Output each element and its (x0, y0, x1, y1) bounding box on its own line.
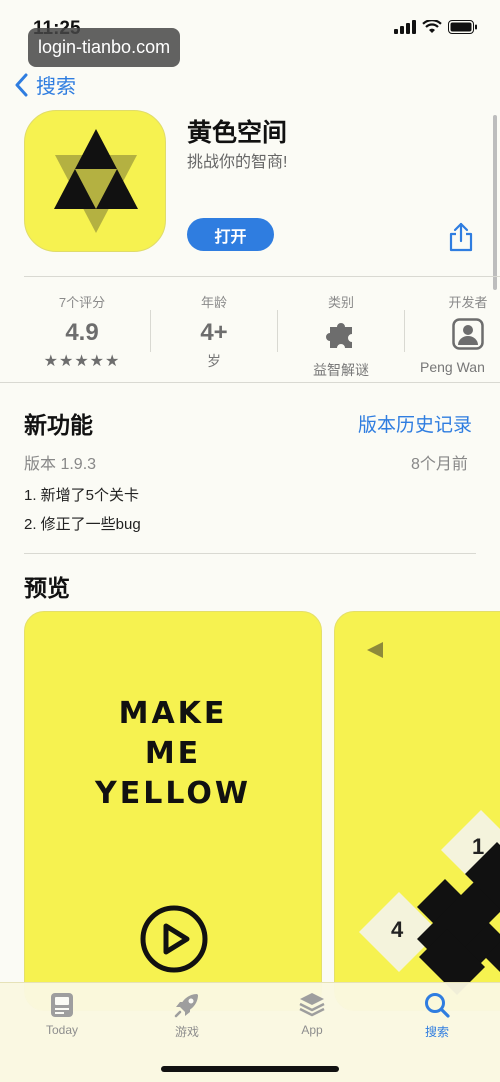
tile-number: 1 (472, 834, 485, 859)
rating-label: 7个评分 (58, 295, 106, 310)
category-value: 益智解谜 (313, 362, 369, 378)
version-text: 版本 1.9.3 (24, 456, 97, 473)
today-icon (51, 993, 73, 1017)
info-divider (404, 310, 405, 352)
me-text: ME (144, 736, 202, 771)
rating-value: 4.9 (65, 319, 99, 346)
triangle-logo-icon (54, 129, 138, 233)
app-subtitle: 挑战你的智商! (187, 154, 288, 171)
app-store-page: 11:25 login-tianbo.com 搜索 (0, 0, 500, 1082)
preview-heading: 预览 (24, 575, 70, 601)
home-indicator[interactable] (161, 1066, 339, 1072)
tab-search-label: 搜索 (424, 1025, 449, 1039)
age-label: 年龄 (200, 295, 227, 310)
share-icon (449, 222, 473, 252)
layers-icon (299, 993, 325, 1017)
search-icon (425, 993, 450, 1018)
developer-avatar-icon (452, 318, 484, 350)
divider (24, 276, 500, 277)
battery-icon (448, 20, 477, 34)
url-overlay-badge: login-tianbo.com (28, 28, 181, 67)
age-unit: 岁 (207, 353, 221, 369)
back-button[interactable]: 搜索 (14, 70, 76, 99)
rating-stars: ★★★★★ (43, 353, 121, 370)
info-divider (150, 310, 151, 352)
release-date: 8个月前 (411, 456, 468, 473)
open-button[interactable]: 打开 (187, 218, 274, 251)
version-history-link[interactable]: 版本历史记录 (358, 410, 472, 437)
age-value: 4+ (200, 319, 228, 346)
developer-name: Peng Wan (420, 359, 485, 375)
whats-new-heading: 新功能 (24, 412, 93, 438)
tab-apps-label: App (301, 1023, 323, 1037)
yellow-text: YELLOW (95, 776, 251, 811)
developer-label: 开发者 (448, 295, 488, 310)
chevron-left-icon (15, 73, 28, 96)
triangle-left-icon (367, 642, 383, 658)
tab-today[interactable]: Today (22, 991, 102, 1037)
scrollbar[interactable] (493, 115, 497, 290)
screenshot-1[interactable]: MAKE ME YELLOW (24, 611, 322, 1011)
share-button[interactable] (448, 222, 474, 257)
divider (24, 553, 476, 554)
info-divider (277, 310, 278, 352)
tile-number: 4 (391, 917, 404, 942)
info-row: 7个评分 4.9 ★★★★★ 年龄 4+ 岁 类别 益智解谜 开发者 Peng … (0, 282, 500, 382)
divider (0, 382, 500, 383)
developer-info[interactable]: 开发者 Peng Wan (420, 292, 500, 375)
category-label: 类别 (327, 295, 354, 310)
tab-today-label: Today (45, 1023, 79, 1037)
tab-apps[interactable]: App (272, 991, 352, 1037)
tab-games-label: 游戏 (174, 1025, 199, 1039)
tab-games[interactable]: 游戏 (147, 991, 227, 1040)
app-title: 黄色空间 (187, 119, 288, 147)
play-icon (140, 905, 208, 973)
rocket-icon (174, 994, 198, 1018)
age-info: 年龄 4+ 岁 (154, 292, 274, 371)
make-text: MAKE (118, 696, 228, 731)
status-icons (394, 20, 478, 34)
category-info[interactable]: 类别 益智解谜 (281, 292, 401, 380)
tab-search[interactable]: 搜索 (397, 991, 477, 1040)
rating-info: 7个评分 4.9 ★★★★★ (14, 292, 150, 371)
app-icon (24, 110, 166, 252)
puzzle-icon (326, 323, 352, 348)
release-note: 2. 修正了一些bug (24, 516, 141, 533)
signal-icon (394, 20, 416, 34)
release-note: 1. 新增了5个关卡 (24, 487, 140, 504)
wifi-icon (422, 20, 442, 33)
screenshot-2[interactable]: 1 4 (334, 611, 500, 1011)
puzzle-board-graphic (359, 642, 500, 995)
back-label: 搜索 (36, 76, 76, 98)
